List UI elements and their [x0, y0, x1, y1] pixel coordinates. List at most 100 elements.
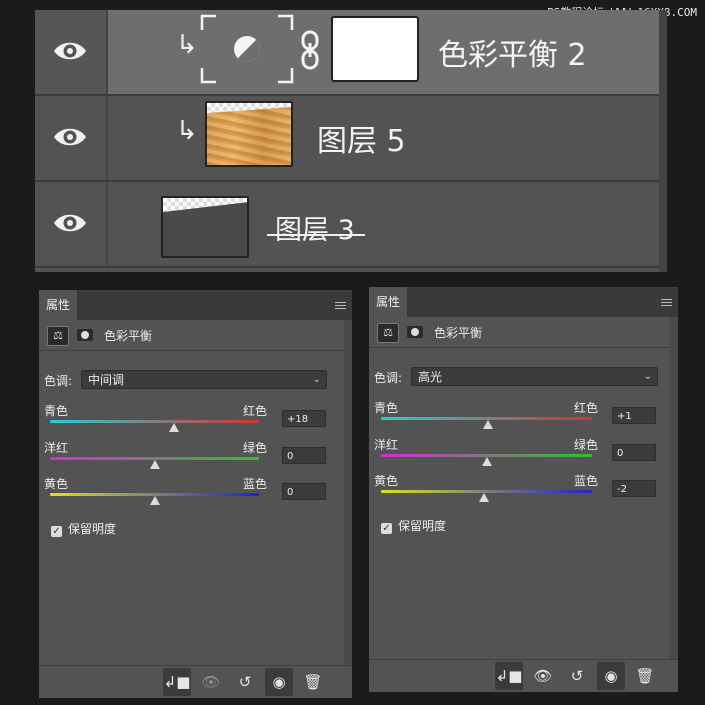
delete-button[interactable]: 🗑	[631, 662, 659, 690]
slider-value-input[interactable]: 0	[612, 444, 656, 461]
panel-menu-icon[interactable]	[661, 299, 672, 308]
tone-dropdown-value: 高光	[418, 370, 443, 384]
transparency-checker	[163, 198, 247, 212]
slider-thumb[interactable]	[479, 493, 490, 502]
reset-icon: ↺	[570, 667, 584, 685]
view-previous-button[interactable]: 👁	[197, 668, 225, 696]
preserve-luminosity-checkbox[interactable]: ✓ 保留明度	[381, 517, 446, 534]
visibility-eye-icon: ◉	[272, 673, 286, 691]
slider-thumb[interactable]	[169, 423, 180, 432]
layer-name[interactable]: 色彩平衡 2	[438, 30, 587, 74]
slider-left-label: 青色	[374, 401, 399, 415]
layer-visibility-toggle[interactable]	[35, 182, 108, 266]
tone-label: 色调:	[44, 374, 73, 388]
slider-value-input[interactable]: 0	[282, 447, 326, 464]
clip-arrow-icon: ↳	[176, 116, 198, 146]
layer-name[interactable]: 图层 5	[317, 116, 406, 160]
clip-to-layer-icon: ↲■	[495, 667, 523, 685]
link-chain-icon[interactable]	[298, 30, 322, 70]
slider-yellow-blue: 黄色 蓝色 0	[39, 475, 352, 511]
properties-title: 色彩平衡	[104, 329, 153, 343]
layers-panel: ↳ 色彩平衡 2 ↳ 图层 5 图层 3	[35, 10, 667, 272]
panel-tab-bar: 属性	[369, 287, 678, 317]
tab-properties[interactable]: 属性	[369, 287, 407, 317]
properties-panel-midtones: 属性 ⚖ 色彩平衡 色调: 中间调 ⌄ 青色 红色 +18 洋红 绿色 0 黄色…	[39, 290, 352, 698]
clip-to-layer-button[interactable]: ↲■	[163, 668, 191, 696]
clip-to-layer-icon: ↲■	[163, 673, 191, 691]
slider-magenta-green: 洋红 绿色 0	[369, 436, 678, 472]
panel-tab-bar: 属性	[39, 290, 352, 320]
trash-icon: 🗑	[303, 673, 323, 691]
layer-thumbnail[interactable]	[161, 196, 249, 258]
balance-scale-icon: ⚖	[47, 326, 69, 346]
layer-name[interactable]: 图层 3	[275, 208, 355, 247]
slider-thumb[interactable]	[481, 457, 492, 466]
mask-icon[interactable]	[407, 326, 423, 338]
preserve-luminosity-label: 保留明度	[68, 522, 117, 536]
slider-left-label: 洋红	[44, 441, 69, 455]
tone-dropdown[interactable]: 中间调 ⌄	[81, 370, 327, 389]
reset-button[interactable]: ↺	[231, 668, 259, 696]
panel-scrollbar[interactable]	[670, 317, 678, 660]
wood-texture-thumbnail[interactable]	[205, 101, 293, 167]
clip-to-layer-button[interactable]: ↲■	[495, 662, 523, 690]
layers-scrollbar[interactable]	[659, 10, 667, 272]
slider-thumb[interactable]	[149, 460, 160, 469]
slider-cyan-red: 青色 红色 +18	[39, 402, 352, 438]
slider-yellow-blue: 黄色 蓝色 -2	[369, 472, 678, 508]
visibility-eye-icon: ◉	[604, 667, 618, 685]
panel-footer: ↲■ 👁 ↺ ◉ 🗑	[369, 659, 678, 692]
toggle-visibility-button[interactable]: ◉	[597, 662, 625, 690]
eye-icon	[54, 128, 86, 146]
reset-button[interactable]: ↺	[563, 662, 591, 690]
slider-track[interactable]	[50, 420, 259, 423]
tab-properties[interactable]: 属性	[39, 290, 77, 320]
checkbox-checked-icon: ✓	[381, 523, 392, 534]
eye-icon	[54, 214, 86, 232]
panel-scrollbar[interactable]	[344, 320, 352, 666]
slider-value-input[interactable]: -2	[612, 480, 656, 497]
adjustment-thumbnail-icon[interactable]	[200, 14, 294, 84]
slider-right-label: 蓝色	[574, 474, 599, 488]
layer-row-color-balance[interactable]: ↳ 色彩平衡 2	[35, 10, 667, 96]
slider-value-input[interactable]: +18	[282, 410, 326, 427]
transparency-checker	[207, 103, 291, 113]
slider-value-input[interactable]: +1	[612, 407, 656, 424]
layer-row-layer-5[interactable]: ↳ 图层 5	[35, 96, 667, 182]
layer-visibility-toggle[interactable]	[35, 10, 108, 94]
slider-right-label: 蓝色	[243, 477, 268, 491]
layer-mask-thumbnail[interactable]	[331, 16, 419, 82]
slider-value-input[interactable]: 0	[282, 483, 326, 500]
slider-left-label: 青色	[44, 404, 69, 418]
trash-icon: 🗑	[635, 667, 655, 685]
slider-right-label: 红色	[574, 401, 599, 415]
delete-button[interactable]: 🗑	[299, 668, 327, 696]
properties-title: 色彩平衡	[434, 326, 483, 340]
toggle-visibility-button[interactable]: ◉	[265, 668, 293, 696]
properties-header: ⚖ 色彩平衡	[369, 317, 678, 348]
slider-right-label: 红色	[243, 404, 268, 418]
slider-thumb[interactable]	[482, 420, 493, 429]
slider-left-label: 黄色	[374, 474, 399, 488]
layer-visibility-toggle[interactable]	[35, 96, 108, 180]
mask-icon[interactable]	[77, 329, 93, 341]
reset-icon: ↺	[238, 673, 252, 691]
slider-thumb[interactable]	[149, 496, 160, 505]
preserve-luminosity-label: 保留明度	[398, 519, 447, 533]
tone-label: 色调:	[374, 371, 403, 385]
view-previous-icon: 👁	[201, 673, 221, 691]
preserve-luminosity-checkbox[interactable]: ✓ 保留明度	[51, 520, 116, 537]
balance-scale-icon: ⚖	[377, 323, 399, 343]
view-previous-icon: 👁	[533, 667, 553, 685]
chevron-down-icon: ⌄	[312, 374, 321, 385]
layer-row-layer-3[interactable]: 图层 3	[35, 182, 667, 268]
eye-icon	[54, 42, 86, 60]
slider-left-label: 洋红	[374, 438, 399, 452]
panel-menu-icon[interactable]	[335, 302, 346, 311]
tone-dropdown[interactable]: 高光 ⌄	[411, 367, 658, 386]
strikethrough-line	[267, 234, 365, 236]
chevron-down-icon: ⌄	[643, 371, 652, 382]
slider-right-label: 绿色	[574, 438, 599, 452]
slider-left-label: 黄色	[44, 477, 69, 491]
view-previous-button[interactable]: 👁	[529, 662, 557, 690]
